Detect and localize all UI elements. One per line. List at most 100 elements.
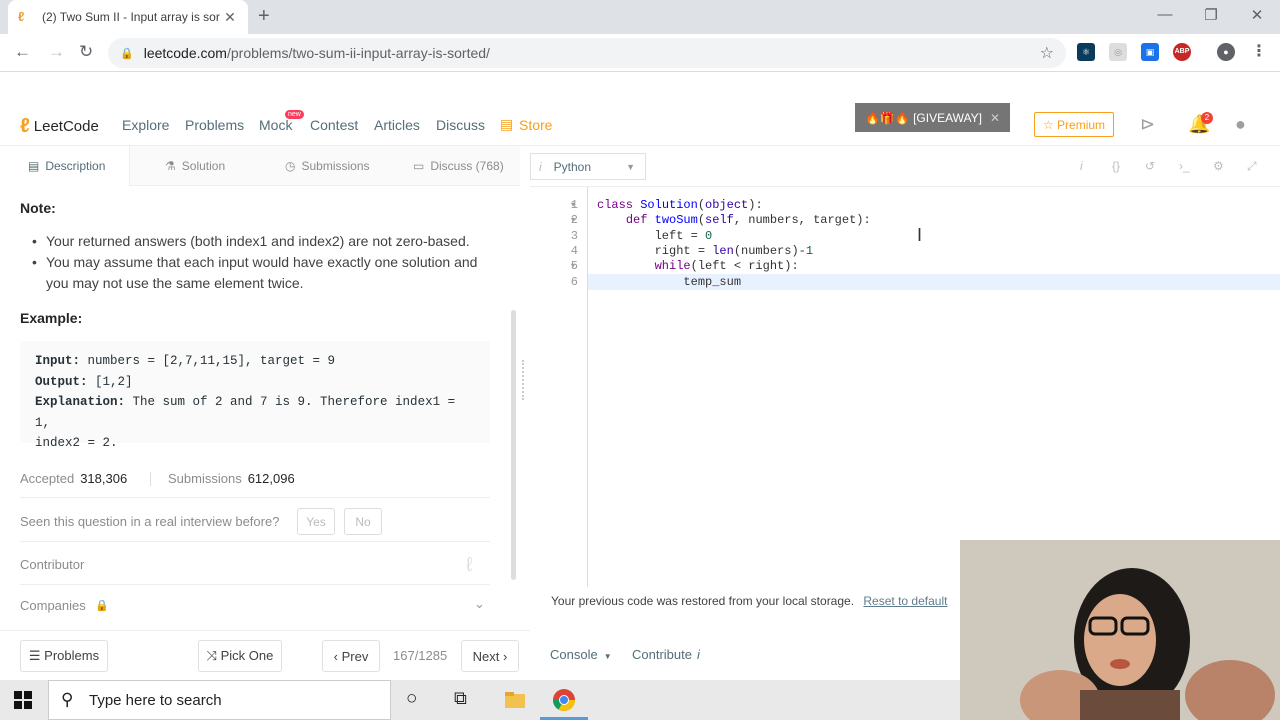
webcam-person-image xyxy=(960,540,1280,720)
braces-icon[interactable]: {} xyxy=(1112,159,1120,173)
restore-icon[interactable]: ❐ xyxy=(1188,6,1234,24)
browser-tab[interactable]: ℓ (2) Two Sum II - Input array is sor ✕ xyxy=(8,0,248,34)
fullscreen-icon[interactable]: ⤢ xyxy=(1247,159,1257,174)
example-output-value: [1,2] xyxy=(87,374,133,389)
note-heading: Note: xyxy=(20,200,56,216)
fold-arrow-icon[interactable]: ▾ xyxy=(571,200,575,209)
code-editor[interactable]: 1 2 3 4 5 6 ▾ ▾ ▾ class Solution(object)… xyxy=(530,186,1280,587)
problem-counter: 167/1285 xyxy=(393,648,448,663)
divider xyxy=(20,541,490,542)
resize-handle[interactable] xyxy=(522,360,526,400)
nav-articles[interactable]: Articles xyxy=(374,117,420,133)
window-close-icon[interactable]: ✕ xyxy=(1234,6,1280,24)
nav-discuss[interactable]: Discuss xyxy=(436,117,485,133)
task-view-icon[interactable]: ⧉ xyxy=(454,688,467,709)
caret-down-icon: ▼ xyxy=(603,652,612,661)
browser-tabstrip: ℓ (2) Two Sum II - Input array is sor ✕ … xyxy=(0,0,1280,34)
store-icon: ▤ xyxy=(500,116,514,132)
back-icon[interactable]: ← xyxy=(14,42,31,62)
fold-arrow-icon[interactable]: ▾ xyxy=(571,215,575,224)
tab-description[interactable]: ▤ Description xyxy=(0,146,130,186)
premium-button[interactable]: ☆ Premium xyxy=(1034,112,1114,137)
tab-discuss-label: Discuss (768) xyxy=(430,159,504,173)
companies-row[interactable]: Companies xyxy=(20,598,86,613)
terminal-icon[interactable]: ›_ xyxy=(1179,159,1190,173)
prev-button[interactable]: ‹ Prev xyxy=(322,640,380,672)
file-explorer-icon[interactable] xyxy=(503,688,527,712)
bookmark-star-icon[interactable]: ☆ xyxy=(1040,43,1054,63)
giveaway-banner[interactable]: 🔥🎁🔥 [GIVEAWAY] ✕ xyxy=(855,103,1010,132)
giveaway-close-icon[interactable]: ✕ xyxy=(990,111,1000,125)
example-block: Input: numbers = [2,7,11,15], target = 9… xyxy=(20,341,490,450)
adblock-icon[interactable]: ABP xyxy=(1173,43,1191,61)
problems-button[interactable]: ☰ Problems xyxy=(20,640,108,672)
cortana-icon[interactable]: ○ xyxy=(406,688,417,710)
yes-button[interactable]: Yes xyxy=(297,508,335,535)
nav-problems[interactable]: Problems xyxy=(185,117,244,133)
next-button[interactable]: Next › xyxy=(461,640,519,672)
nav-mock[interactable]: Mock xyxy=(259,117,292,133)
windows-start-icon[interactable] xyxy=(14,691,32,709)
windows-taskbar: ⚲ Type here to search ○ ⧉ xyxy=(0,680,960,720)
example-explanation-value-cont: index2 = 2. xyxy=(35,436,118,450)
lock-icon: 🔒 xyxy=(95,600,109,612)
caret-down-icon: ▼ xyxy=(626,161,635,172)
new-tab-button[interactable]: + xyxy=(258,5,270,28)
tab-close-icon[interactable]: ✕ xyxy=(222,9,238,26)
example-explanation-label: Explanation: xyxy=(35,395,126,409)
reset-icon[interactable]: ↺ xyxy=(1145,159,1155,173)
fold-arrow-icon[interactable]: ▾ xyxy=(571,261,575,270)
user-avatar-icon[interactable]: ● xyxy=(1235,114,1246,135)
nav-explore[interactable]: Explore xyxy=(122,117,169,133)
interview-question: Seen this question in a real interview b… xyxy=(20,514,280,529)
console-label: Console xyxy=(550,647,598,662)
code-line-3: left = 0 xyxy=(597,229,713,243)
note-bullet-2: You may assume that each input would hav… xyxy=(32,252,496,294)
nav-store[interactable]: Store xyxy=(519,117,552,133)
info-icon[interactable]: i xyxy=(1080,159,1083,173)
problem-tabs: ▤ Description ⚗ Solution ◷ Submissions ▭ Dis… xyxy=(0,146,520,186)
reset-to-default-link[interactable]: Reset to default xyxy=(863,594,947,608)
no-button[interactable]: No xyxy=(344,508,382,535)
accepted-stat: Accepted 318,306 xyxy=(20,471,127,486)
react-devtools-icon[interactable]: ⚛ xyxy=(1077,43,1095,61)
menu-kebab-icon[interactable]: ⋮ xyxy=(1250,43,1268,61)
scrollbar[interactable] xyxy=(511,310,516,580)
tab-submissions[interactable]: ◷ Submissions xyxy=(285,146,370,186)
taskbar-search[interactable]: ⚲ Type here to search xyxy=(48,680,391,720)
forward-icon[interactable]: → xyxy=(48,42,65,62)
tab-description-label: Description xyxy=(45,159,106,173)
example-output-label: Output: xyxy=(35,374,88,389)
logo[interactable]: ℓ LeetCode xyxy=(20,115,99,138)
leetcode-logo-icon: ℓ xyxy=(20,115,30,137)
line-number: 4 xyxy=(570,244,578,258)
accepted-value: 318,306 xyxy=(80,471,128,486)
settings-icon[interactable]: ⚙ xyxy=(1213,159,1224,173)
nav-contest[interactable]: Contest xyxy=(310,117,358,133)
comment-icon: ▭ xyxy=(413,159,425,173)
pick-one-button[interactable]: ⤨ Pick One xyxy=(198,640,282,672)
tab-title: (2) Two Sum II - Input array is sor xyxy=(42,10,220,24)
reload-icon[interactable]: ↻ xyxy=(79,42,93,62)
contributor-row[interactable]: Contributor xyxy=(20,557,84,572)
accepted-label: Accepted xyxy=(20,471,75,486)
screenshot-extension-icon[interactable]: ▣ xyxy=(1141,43,1159,61)
chevron-down-icon[interactable]: ⌄ xyxy=(474,596,485,612)
tab-solution-label: Solution xyxy=(181,159,226,173)
logo-text: LeetCode xyxy=(33,118,99,135)
address-bar[interactable]: 🔒 leetcode.com/problems/two-sum-ii-input… xyxy=(108,38,1066,68)
console-button[interactable]: Console ▼ xyxy=(550,647,612,662)
chrome-icon[interactable] xyxy=(552,688,576,712)
divider xyxy=(20,584,490,585)
clock-icon: ◷ xyxy=(285,159,296,173)
profile-icon[interactable]: ● xyxy=(1217,43,1235,61)
tab-discuss[interactable]: ▭ Discuss (768) xyxy=(413,146,504,186)
extension-icon[interactable]: ◎ xyxy=(1109,43,1127,61)
playground-icon[interactable]: ⊳ xyxy=(1140,114,1155,135)
tab-solution[interactable]: ⚗ Solution xyxy=(165,146,225,186)
contribute-button[interactable]: Contribute i xyxy=(632,647,700,662)
language-select[interactable]: i Python ▼ xyxy=(530,153,646,180)
minimize-icon[interactable]: — xyxy=(1142,6,1188,23)
editor-toolbar: i Python ▼ i {} ↺ ›_ ⚙ ⤢ xyxy=(530,146,1280,186)
taskbar-search-placeholder: Type here to search xyxy=(89,691,222,709)
